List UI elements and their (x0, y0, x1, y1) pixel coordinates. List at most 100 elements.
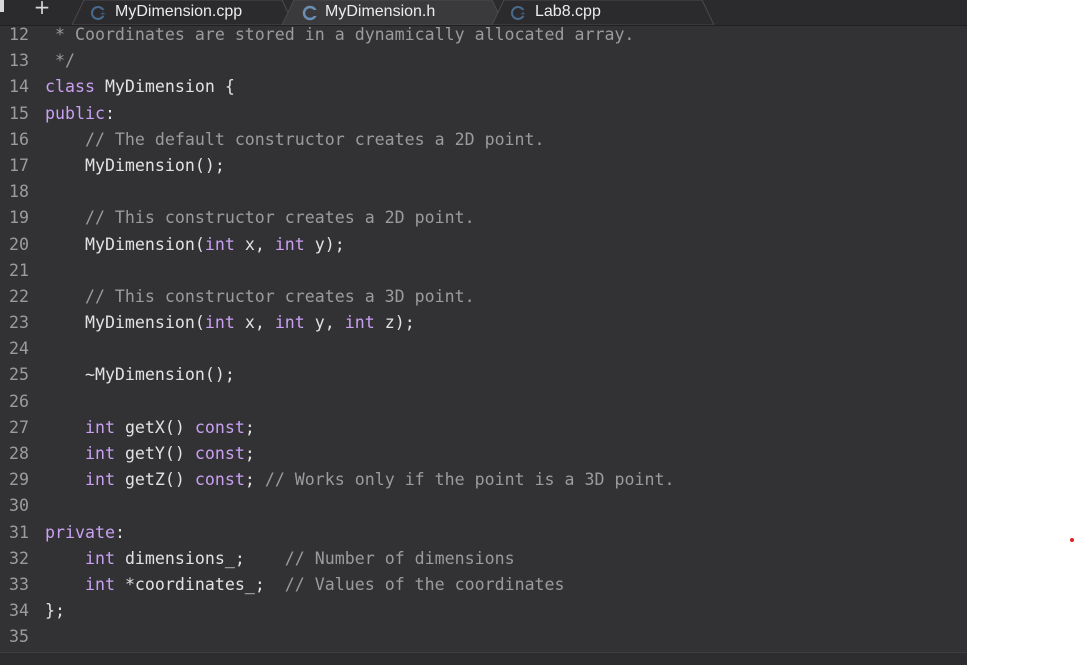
new-tab-button[interactable]: + (30, 0, 54, 20)
line-number: 13 (9, 51, 29, 71)
code-line[interactable]: 22 // This constructor creates a 3D poin… (0, 284, 967, 310)
comment-token: // This constructor creates a 2D point. (45, 208, 475, 228)
code-editor[interactable]: + + MyDimension.cpp MyDimension.h + Lab8… (0, 0, 967, 665)
keyword-token: int (84, 548, 115, 568)
line-number: 23 (9, 313, 29, 333)
code-line[interactable]: 16 // The default constructor creates a … (0, 127, 967, 153)
code-line[interactable]: 29 int getZ() const; // Works only if th… (0, 467, 967, 493)
code-line[interactable]: 26 (0, 389, 967, 415)
code-line[interactable]: 17 MyDimension(); (0, 153, 967, 179)
line-text[interactable]: public: (45, 101, 115, 127)
code-token: x, (234, 234, 275, 254)
line-text[interactable]: * Coordinates are stored in a dynamicall… (45, 22, 634, 48)
line-number: 15 (9, 103, 29, 123)
keyword-token: public (45, 103, 105, 123)
line-number: 35 (9, 627, 29, 647)
tab-label: MyDimension.cpp (115, 3, 243, 20)
line-text[interactable]: */ (45, 48, 75, 74)
line-text[interactable]: int getY() const; (45, 441, 255, 467)
code-line[interactable]: 35 (0, 624, 967, 650)
line-text[interactable]: int getX() const; (45, 415, 255, 441)
comment-token: // Values of the coordinates (284, 574, 565, 594)
code-line[interactable]: 23 MyDimension(int x, int y, int z); (0, 310, 967, 336)
code-line[interactable]: 30 (0, 493, 967, 519)
line-text[interactable]: int *coordinates_; // Values of the coor… (45, 572, 565, 598)
keyword-token: int (84, 470, 115, 490)
line-text[interactable]: // This constructor creates a 2D point. (45, 205, 475, 231)
window-corner-mark (0, 0, 4, 12)
cpp-file-icon: + (511, 6, 526, 20)
code-line[interactable]: 25 ~MyDimension(); (0, 362, 967, 388)
cpp-file-icon: + (91, 6, 106, 20)
comment-token: // Number of dimensions (284, 548, 515, 568)
keyword-token: const (194, 417, 245, 437)
code-line[interactable]: 24 (0, 336, 967, 362)
code-token: MyDimension { (94, 77, 235, 97)
code-line[interactable]: 18 (0, 179, 967, 205)
code-line[interactable]: 32 int dimensions_; // Number of dimensi… (0, 546, 967, 572)
line-text[interactable]: ~MyDimension(); (45, 362, 235, 388)
c-header-file-icon (302, 5, 318, 21)
line-number: 29 (9, 470, 29, 490)
code-token: }; (45, 601, 65, 621)
comment-token: */ (45, 51, 75, 71)
line-number: 19 (9, 208, 29, 228)
comment-token: // This constructor creates a 3D point. (45, 286, 475, 306)
code-area[interactable]: 12 * Coordinates are stored in a dynamic… (0, 22, 967, 651)
line-text[interactable]: private: (45, 520, 125, 546)
line-text[interactable]: }; (45, 598, 65, 624)
line-text[interactable]: // This constructor creates a 3D point. (45, 284, 475, 310)
keyword-token: int (274, 234, 305, 254)
keyword-token: int (84, 444, 115, 463)
line-text[interactable]: class MyDimension { (45, 74, 235, 100)
code-token: : (114, 522, 125, 542)
code-token: getZ() (114, 470, 195, 490)
keyword-token: int (204, 313, 235, 333)
code-token: getX() (114, 417, 195, 437)
code-line[interactable]: 31 private: (0, 520, 967, 546)
line-text[interactable]: MyDimension(); (45, 153, 225, 179)
code-token: getY() (114, 444, 195, 463)
line-number: 33 (9, 574, 29, 594)
keyword-token: int (84, 574, 115, 594)
code-line[interactable]: 13 */ (0, 48, 967, 74)
line-number: 16 (9, 129, 29, 149)
code-token: y); (304, 234, 345, 254)
line-text[interactable]: int dimensions_; // Number of dimensions (45, 546, 515, 572)
line-text[interactable]: MyDimension(int x, int y); (45, 232, 345, 258)
svg-text:+: + (520, 10, 526, 18)
code-line[interactable]: 14 class MyDimension { (0, 74, 967, 100)
tab-label: Lab8.cpp (535, 3, 601, 20)
code-line[interactable]: 21 (0, 258, 967, 284)
line-number: 12 (9, 25, 29, 44)
keyword-token: private (45, 522, 115, 542)
line-text[interactable]: int getZ() const; // Works only if the p… (45, 467, 674, 493)
code-line[interactable]: 15 public: (0, 101, 967, 127)
keyword-token: int (84, 417, 115, 437)
line-number: 25 (9, 365, 29, 385)
code-token: ; (244, 444, 255, 463)
line-text[interactable]: MyDimension(int x, int y, int z); (45, 310, 415, 336)
line-number: 21 (9, 260, 29, 280)
keyword-token: int (344, 313, 375, 333)
code-token: x, (234, 313, 275, 333)
tab-label: MyDimension.h (325, 3, 436, 20)
keyword-token: int (204, 234, 235, 254)
code-line[interactable]: 19 // This constructor creates a 2D poin… (0, 205, 967, 231)
code-line[interactable]: 34}; (0, 598, 967, 624)
code-token: ; (244, 417, 255, 437)
code-line[interactable]: 20 MyDimension(int x, int y); (0, 232, 967, 258)
code-line[interactable]: 27 int getX() const; (0, 415, 967, 441)
line-number: 14 (9, 77, 29, 97)
line-number: 20 (9, 234, 29, 254)
code-token: ~MyDimension(); (45, 365, 235, 385)
code-line[interactable]: 28 int getY() const; (0, 441, 967, 467)
code-line[interactable]: 12 * Coordinates are stored in a dynamic… (0, 22, 967, 48)
code-token: MyDimension( (45, 234, 205, 254)
code-line[interactable]: 33 int *coordinates_; // Values of the c… (0, 572, 967, 598)
line-text[interactable]: // The default constructor creates a 2D … (45, 127, 545, 153)
